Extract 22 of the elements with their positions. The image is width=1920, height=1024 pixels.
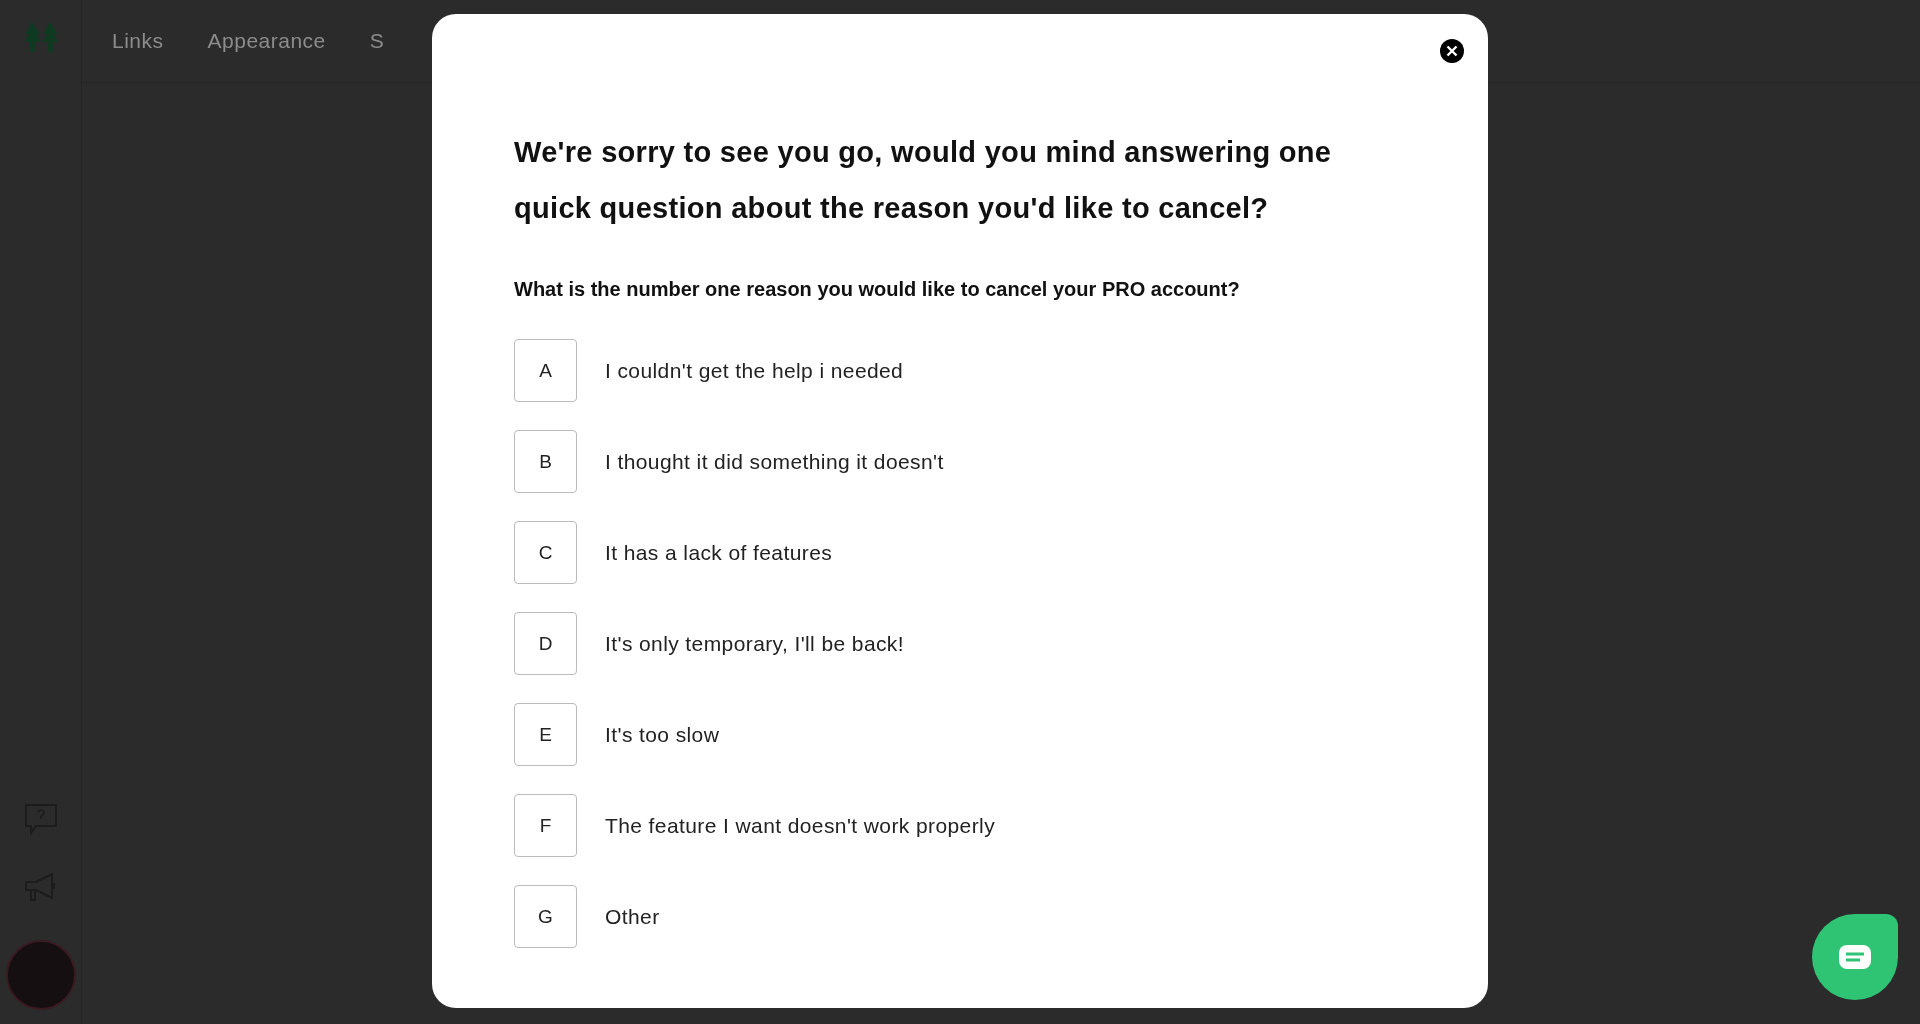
- option-key[interactable]: C: [514, 521, 577, 584]
- option-key[interactable]: G: [514, 885, 577, 948]
- option-label[interactable]: The feature I want doesn't work properly: [605, 813, 996, 838]
- dialog-title: We're sorry to see you go, would you mind answering one quick question about the reason you'd like to cancel?: [514, 135, 1333, 226]
- chat-icon: [1838, 944, 1872, 970]
- option-key[interactable]: B: [514, 430, 577, 493]
- option-label[interactable]: Other: [605, 904, 660, 929]
- close-icon[interactable]: [1440, 39, 1464, 63]
- option-key[interactable]: F: [514, 794, 577, 857]
- question-text: What is the number one reason you would like to cancel your PRO account?: [514, 278, 1241, 301]
- trees-logo-icon[interactable]: [22, 22, 59, 52]
- option-key[interactable]: A: [514, 339, 577, 402]
- nav-tab[interactable]: S: [369, 29, 385, 53]
- option-label[interactable]: It's only temporary, I'll be back!: [605, 631, 904, 656]
- nav-tab[interactable]: Appearance: [207, 29, 326, 53]
- option-label[interactable]: It has a lack of features: [605, 540, 833, 565]
- option-key[interactable]: E: [514, 703, 577, 766]
- nav-tab[interactable]: Links: [112, 29, 164, 53]
- option-key[interactable]: D: [514, 612, 577, 675]
- option-label[interactable]: I thought it did something it doesn't: [605, 449, 944, 474]
- option-label[interactable]: I couldn't get the help i needed: [605, 358, 904, 383]
- option-label[interactable]: It's too slow: [605, 722, 720, 747]
